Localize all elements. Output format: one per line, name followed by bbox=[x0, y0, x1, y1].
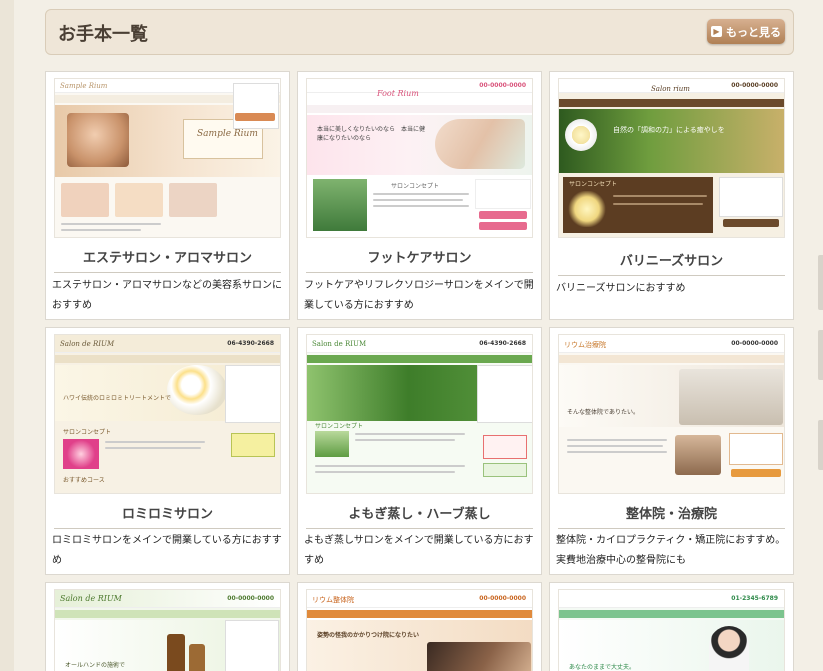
thumb-plumeria bbox=[167, 365, 227, 415]
thumb-doctor-portrait bbox=[709, 626, 749, 671]
card-description: エステサロン・アロマサロンなどの美容系サロンにおすすめ bbox=[52, 280, 282, 311]
thumb-section-title: サロンコンセプト bbox=[569, 181, 618, 188]
template-thumbnail[interactable]: Sample Rium Sample Rium bbox=[54, 78, 281, 238]
card-description: よもぎ蒸しサロンをメインで開業している方におすすめ bbox=[304, 535, 534, 566]
thumb-tel: 00-0000-0000 bbox=[479, 595, 526, 602]
template-thumbnail[interactable]: リウム整体院 00-0000-0000 姿勢の怪我のかかりつけ院になりたい bbox=[306, 589, 533, 671]
template-card-yomogi[interactable]: Salon de RIUM 06-4390-2668 サロンコンセプト よもぎ蒸し… bbox=[297, 327, 542, 575]
thumb-hero-text: あなたのままで大丈夫。 bbox=[569, 664, 636, 671]
card-title[interactable]: よもぎ蒸し・ハーブ蒸し bbox=[298, 503, 541, 522]
thumb-logo: リウム治療院 bbox=[564, 341, 606, 349]
template-card-seitai[interactable]: リウム治療院 00-0000-0000 そんな整体院でありたい。 整体院・治療院 … bbox=[549, 327, 794, 575]
template-thumbnail[interactable]: Salon de RIUM 00-0000-0000 オールハンドの施術で bbox=[54, 589, 281, 671]
template-thumbnail[interactable]: Salon de RIUM 06-4390-2668 サロンコンセプト bbox=[306, 334, 533, 494]
thumb-hero-text: Sample Rium bbox=[197, 129, 258, 139]
thumb-hero-text: オールハンドの施術で bbox=[65, 662, 126, 669]
thumb-section-title: サロンコンセプト bbox=[391, 183, 440, 190]
card-title[interactable]: バリニーズサロン bbox=[550, 250, 793, 269]
thumb-tel: 00-0000-0000 bbox=[479, 82, 526, 89]
thumb-logo: Salon de RIUM bbox=[312, 340, 367, 348]
thumb-aroma-bottles bbox=[167, 634, 185, 671]
thumb-hero-legs bbox=[435, 119, 525, 169]
card-description: ロミロミサロンをメインで開業している方におすすめ bbox=[52, 535, 282, 566]
thumb-tel: 06-4390-2668 bbox=[479, 340, 526, 347]
template-card-balinese[interactable]: 00-0000-0000 Salon rium 自然の「調和の力」による癒やしを… bbox=[549, 71, 794, 320]
thumb-flower bbox=[565, 119, 597, 151]
divider bbox=[54, 272, 281, 273]
thumb-logo: リウム整体院 bbox=[312, 596, 354, 604]
card-title[interactable]: 整体院・治療院 bbox=[550, 503, 793, 522]
divider bbox=[54, 528, 281, 529]
thumb-logo: Salon de RIUM bbox=[60, 594, 122, 603]
card-description: 整体院・カイロプラクティク・矯正院におすすめ。実費地治療中心の整骨院にも bbox=[556, 535, 786, 566]
template-card-foot[interactable]: 00-0000-0000 Foot Rium 本当に美しくなりたいのなら 本当に… bbox=[297, 71, 542, 320]
left-background-strip bbox=[0, 0, 14, 671]
thumb-tel: 00-0000-0000 bbox=[731, 82, 778, 89]
divider bbox=[306, 272, 533, 273]
thumb-logo: Salon de RIUM bbox=[60, 340, 115, 348]
card-title[interactable]: フットケアサロン bbox=[298, 247, 541, 266]
template-card-row3-1[interactable]: Salon de RIUM 00-0000-0000 オールハンドの施術で bbox=[45, 582, 290, 671]
scroll-edge bbox=[818, 330, 823, 380]
thumb-hero-text: 姿勢の怪我のかかりつけ院になりたい bbox=[317, 632, 420, 639]
template-card-row3-3[interactable]: 01-2345-6789 あなたのままで大丈夫。 bbox=[549, 582, 794, 671]
thumb-tel: 00-0000-0000 bbox=[227, 595, 274, 602]
thumb-tel: 00-0000-0000 bbox=[731, 340, 778, 347]
divider bbox=[306, 528, 533, 529]
thumb-hero-portrait bbox=[67, 113, 129, 167]
divider bbox=[558, 528, 785, 529]
thumb-tel: 01-2345-6789 bbox=[731, 595, 778, 602]
thumb-section-title: おすすめコース bbox=[63, 477, 105, 484]
template-thumbnail[interactable]: リウム治療院 00-0000-0000 そんな整体院でありたい。 bbox=[558, 334, 785, 494]
thumb-section-title: サロンコンセプト bbox=[315, 423, 364, 430]
thumb-hero-text: そんな整体院でありたい。 bbox=[567, 409, 639, 416]
template-card-row3-2[interactable]: リウム整体院 00-0000-0000 姿勢の怪我のかかりつけ院になりたい bbox=[297, 582, 542, 671]
thumb-section-title: サロンコンセプト bbox=[63, 429, 112, 436]
divider bbox=[558, 275, 785, 276]
thumb-logo: Sample Rium bbox=[60, 82, 108, 90]
template-thumbnail[interactable]: 00-0000-0000 Salon rium 自然の「調和の力」による癒やしを… bbox=[558, 78, 785, 238]
thumb-treatment-room bbox=[679, 369, 783, 425]
scroll-edge bbox=[818, 420, 823, 470]
template-card-lomilomi[interactable]: Salon de RIUM 06-4390-2668 ハワイ伝統のロミロミトリート… bbox=[45, 327, 290, 575]
template-thumbnail[interactable]: Salon de RIUM 06-4390-2668 ハワイ伝統のロミロミトリート… bbox=[54, 334, 281, 494]
more-button[interactable]: ▶ もっと見る bbox=[707, 19, 785, 44]
card-title[interactable]: エステサロン・アロマサロン bbox=[46, 247, 289, 266]
thumb-hero-text: ハワイ伝統のロミロミトリートメントで bbox=[63, 395, 172, 402]
thumb-treatment-photo bbox=[427, 642, 531, 671]
scroll-edge bbox=[818, 255, 823, 310]
thumb-hero-text: 自然の「調和の力」による癒やしを bbox=[613, 126, 725, 134]
template-thumbnail[interactable]: 00-0000-0000 Foot Rium 本当に美しくなりたいのなら 本当に… bbox=[306, 78, 533, 238]
card-description: フットケアやリフレクソロジーサロンをメインで開業している方におすすめ bbox=[304, 280, 534, 311]
thumb-logo: Foot Rium bbox=[377, 89, 419, 98]
template-card-esthe[interactable]: Sample Rium Sample Rium エステサロン・アロマサロン エス… bbox=[45, 71, 290, 320]
thumb-tel: 06-4390-2668 bbox=[227, 340, 274, 347]
thumb-logo: Salon rium bbox=[651, 85, 690, 93]
card-title[interactable]: ロミロミサロン bbox=[46, 503, 289, 522]
more-button-label: もっと見る bbox=[726, 25, 781, 39]
card-description: バリニーズサロンにおすすめ bbox=[556, 283, 686, 294]
chevron-right-icon: ▶ bbox=[711, 26, 722, 37]
template-thumbnail[interactable]: 01-2345-6789 あなたのままで大丈夫。 bbox=[558, 589, 785, 671]
section-title: お手本一覧 bbox=[58, 24, 148, 45]
section-header: お手本一覧 ▶ もっと見る bbox=[45, 9, 794, 55]
thumb-hero-text: 本当に美しくなりたいのなら 本当に健康になりたいのなら bbox=[317, 126, 426, 142]
